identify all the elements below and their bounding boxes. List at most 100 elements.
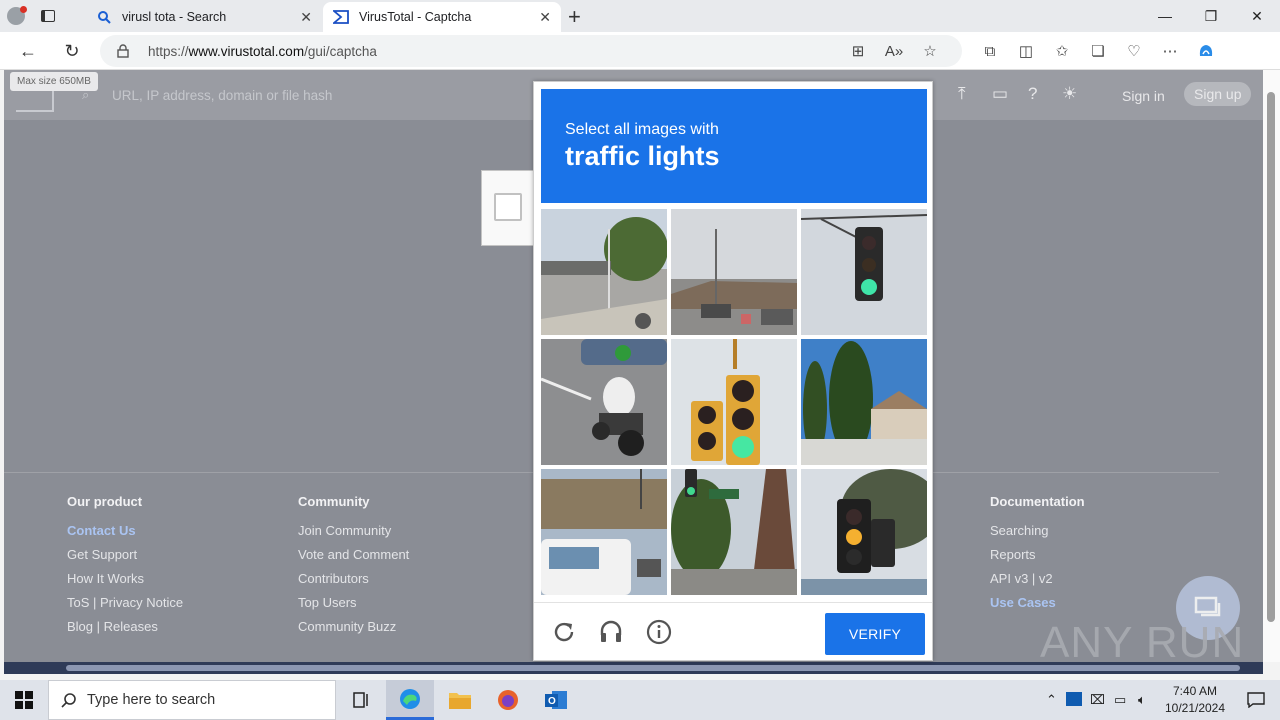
address-bar[interactable]: https://www.virustotal.com/gui/captcha: [100, 35, 962, 67]
tab-actions-icon[interactable]: [32, 0, 64, 32]
captcha-tile-street-sign-louise[interactable]: [671, 469, 797, 595]
browser-essentials-icon[interactable]: ♡: [1116, 32, 1152, 70]
settings-more-icon[interactable]: ⋯: [1152, 32, 1188, 70]
footer-link[interactable]: Top Users: [298, 595, 409, 619]
task-view-icon[interactable]: [338, 680, 386, 720]
footer-link[interactable]: Join Community: [298, 523, 409, 547]
read-aloud-icon[interactable]: A»: [876, 32, 912, 70]
captcha-image-grid: [541, 209, 927, 595]
captcha-tile-cypress-trees[interactable]: [801, 339, 927, 465]
refresh-button[interactable]: ↻: [56, 32, 88, 70]
footer-heading: Documentation: [990, 494, 1085, 509]
footer-link[interactable]: ToS | Privacy Notice: [67, 595, 183, 619]
edge-browser-icon[interactable]: [386, 680, 434, 720]
minimize-button[interactable]: —: [1142, 0, 1188, 32]
footer-column-documentation: Documentation Searching Reports API v3 |…: [990, 494, 1085, 619]
sign-up-button[interactable]: Sign up: [1184, 82, 1252, 106]
footer-link[interactable]: Reports: [990, 547, 1085, 571]
url-text: https://www.virustotal.com/gui/captcha: [148, 43, 377, 59]
network-icon[interactable]: ▭: [1114, 692, 1138, 708]
captcha-footer: VERIFY: [534, 602, 932, 660]
prompt-instruction: Select all images with: [565, 121, 719, 138]
upload-icon[interactable]: ⤒: [958, 84, 966, 104]
captcha-tile-traffic-light-yellow-box[interactable]: [671, 339, 797, 465]
chevron-up-icon[interactable]: ⌃: [1046, 692, 1066, 708]
captcha-prompt: Select all images with traffic lights: [541, 89, 927, 203]
search-input[interactable]: URL, IP address, domain or file hash: [112, 88, 332, 103]
captcha-tile-street-truck[interactable]: [541, 469, 667, 595]
app-available-icon[interactable]: ⊞: [840, 32, 876, 70]
back-button[interactable]: ←: [12, 32, 44, 70]
device-tray-icon[interactable]: ⌧: [1090, 692, 1114, 708]
profile-icon[interactable]: [0, 0, 32, 32]
captcha-tile-street-cars[interactable]: [671, 209, 797, 335]
new-tab-button[interactable]: +: [568, 4, 581, 30]
virustotal-icon: [333, 9, 349, 25]
close-window-button[interactable]: ✕: [1234, 0, 1280, 32]
footer-link[interactable]: Get Support: [67, 547, 183, 571]
captcha-tile-motorcycle-rider[interactable]: [541, 339, 667, 465]
anyrun-watermark: ANY RUN: [1040, 618, 1245, 662]
captcha-tile-traffic-light-green[interactable]: [801, 209, 927, 335]
extensions-icon[interactable]: ⧉: [972, 32, 1008, 70]
horizontal-scrollbar[interactable]: [4, 662, 1263, 674]
file-explorer-icon[interactable]: [436, 680, 484, 720]
theme-toggle-icon[interactable]: ☀: [1062, 84, 1077, 104]
volume-icon[interactable]: 🔈︎: [1138, 692, 1162, 708]
verify-button[interactable]: VERIFY: [825, 613, 925, 655]
taskbar-search-placeholder: Type here to search: [87, 692, 216, 708]
footer-link[interactable]: Contributors: [298, 571, 409, 595]
address-bar-row: ← ↻ https://www.virustotal.com/gui/captc…: [0, 32, 1280, 70]
search-icon: [61, 692, 77, 712]
footer-link[interactable]: Community Buzz: [298, 619, 409, 643]
windows-taskbar: Type here to search O ⌃ ⌧ ▭ 🔈︎ 7:40 AM 1…: [0, 680, 1280, 720]
copilot-icon[interactable]: [1188, 32, 1224, 70]
tab-title: virusl tota - Search: [122, 10, 227, 24]
taskbar-clock[interactable]: 7:40 AM 10/21/2024: [1160, 683, 1230, 717]
footer-link[interactable]: Contact Us: [67, 523, 183, 547]
taskbar-search[interactable]: Type here to search: [48, 680, 336, 720]
clock-time: 7:40 AM: [1172, 684, 1218, 698]
prompt-target: traffic lights: [565, 141, 720, 171]
help-icon[interactable]: ?: [1028, 84, 1037, 104]
recaptcha-widget: [481, 170, 541, 246]
info-icon[interactable]: [646, 619, 672, 645]
tab-title: VirusTotal - Captcha: [359, 10, 472, 24]
captcha-tile-street-intersection[interactable]: [541, 209, 667, 335]
outlook-icon[interactable]: O: [532, 680, 580, 720]
collections-icon[interactable]: ❏: [1080, 32, 1116, 70]
favorites-icon[interactable]: ✩: [1044, 32, 1080, 70]
footer-link[interactable]: API v3 | v2: [990, 571, 1085, 595]
close-tab-icon[interactable]: ✕: [300, 9, 312, 26]
footer-link[interactable]: Blog | Releases: [67, 619, 183, 643]
restore-button[interactable]: ❐: [1188, 0, 1234, 32]
audio-challenge-icon[interactable]: [598, 619, 624, 645]
footer-column-product: Our product Contact Us Get Support How I…: [67, 494, 183, 643]
firefox-icon[interactable]: [484, 680, 532, 720]
tab-strip: virusl tota - Search ✕ VirusTotal - Capt…: [0, 0, 1280, 32]
recaptcha-checkbox[interactable]: [494, 193, 522, 221]
start-button[interactable]: [0, 680, 48, 720]
split-screen-icon[interactable]: ◫: [1008, 32, 1044, 70]
close-tab-icon[interactable]: ✕: [539, 9, 551, 26]
virustotal-logo[interactable]: [16, 88, 54, 112]
outlook-tray-icon[interactable]: [1066, 691, 1090, 709]
lock-icon: [116, 44, 130, 58]
footer-link[interactable]: Searching: [990, 523, 1085, 547]
vertical-scrollbar[interactable]: [1263, 70, 1280, 662]
favorite-star-icon[interactable]: ☆: [912, 32, 948, 70]
tab-virustotal[interactable]: VirusTotal - Captcha ✕: [323, 2, 561, 32]
reload-icon[interactable]: [551, 619, 577, 645]
captcha-tile-traffic-light-amber[interactable]: [801, 469, 927, 595]
footer-link[interactable]: How It Works: [67, 571, 183, 595]
tab-search[interactable]: virusl tota - Search ✕: [86, 2, 322, 32]
footer-link[interactable]: Use Cases: [990, 595, 1085, 619]
search-icon: ⌕: [82, 87, 90, 102]
svg-text:O: O: [548, 696, 556, 707]
notifications-icon[interactable]: [1232, 680, 1280, 720]
footer-link[interactable]: Vote and Comment: [298, 547, 409, 571]
footer-column-community: Community Join Community Vote and Commen…: [298, 494, 409, 643]
chat-icon[interactable]: ▭: [992, 84, 1008, 104]
footer-heading: Our product: [67, 494, 143, 509]
sign-in-link[interactable]: Sign in: [1122, 88, 1165, 104]
